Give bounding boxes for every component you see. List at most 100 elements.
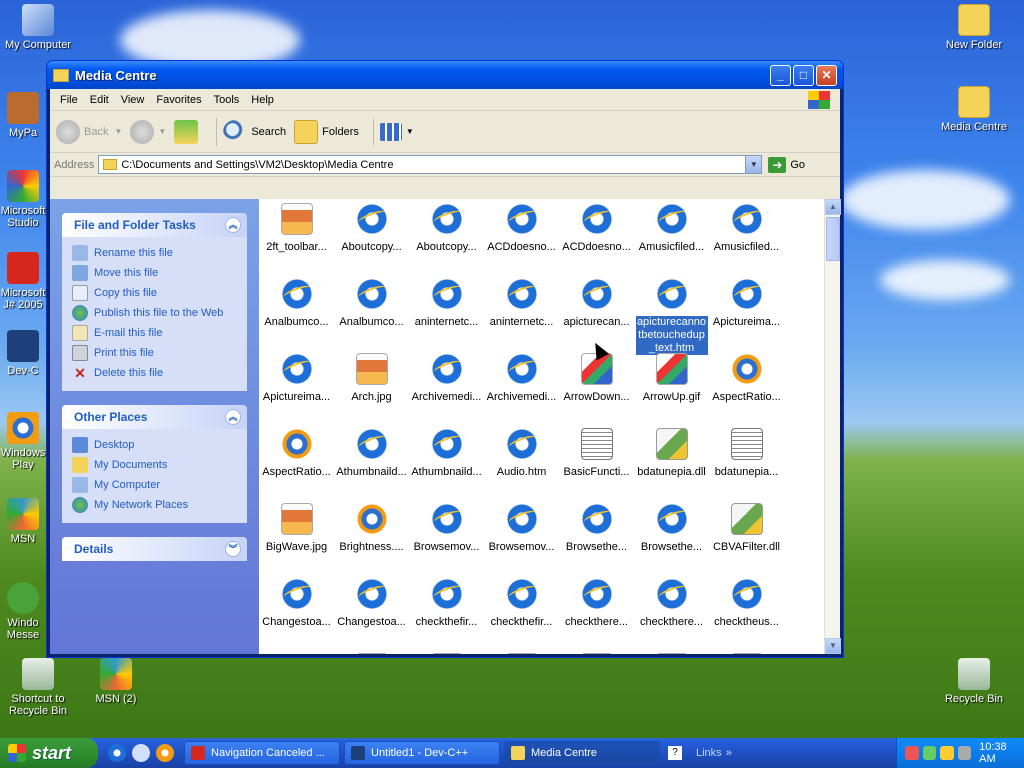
desktop-icon-windows-media[interactable]: Windows Play (0, 412, 46, 471)
place-network[interactable]: My Network Places (72, 495, 237, 515)
file-item[interactable]: Apictureima... (709, 274, 784, 349)
file-item[interactable]: Browsemov... (484, 499, 559, 574)
up-folder-button[interactable] (174, 119, 202, 144)
file-item[interactable]: checkthefir... (484, 574, 559, 649)
forward-button[interactable]: ▼ (130, 119, 166, 144)
file-item[interactable]: Apictureima... (259, 349, 334, 424)
file-item[interactable]: Arch.jpg (334, 349, 409, 424)
desktop-icon-my-computer[interactable]: My Computer (0, 4, 76, 51)
file-item[interactable] (259, 649, 334, 654)
file-item[interactable]: ACDdoesno... (484, 199, 559, 274)
search-button[interactable]: Search (223, 119, 286, 144)
file-item[interactable] (634, 649, 709, 654)
task-delete[interactable]: ✕ Delete this file (72, 363, 237, 383)
file-item[interactable]: Athumbnaild... (409, 424, 484, 499)
scroll-down-button[interactable]: ▼ (825, 638, 841, 654)
go-button[interactable]: ➜ Go (768, 156, 805, 173)
address-input[interactable]: C:\Documents and Settings\VM2\Desktop\Me… (98, 155, 763, 174)
desktop-icon-new-folder[interactable]: New Folder (936, 4, 1012, 51)
back-button[interactable]: Back ▼ (56, 119, 122, 144)
file-item[interactable]: checktheus... (709, 574, 784, 649)
taskbar-button-media-centre[interactable]: Media Centre (504, 741, 660, 765)
expand-icon[interactable]: ︾ (225, 541, 241, 557)
clock[interactable]: 10:38 AM (979, 741, 1024, 765)
file-item[interactable]: checkthere... (634, 574, 709, 649)
menu-help[interactable]: Help (245, 92, 280, 108)
file-item[interactable]: ACDdoesno... (559, 199, 634, 274)
file-tasks-header[interactable]: File and Folder Tasks ︽ (62, 213, 247, 237)
file-item[interactable]: Archivemedi... (409, 349, 484, 424)
file-item[interactable]: checkthefir... (409, 574, 484, 649)
file-item[interactable]: CBVAFilter.dll (709, 499, 784, 574)
task-print[interactable]: Print this file (72, 343, 237, 363)
help-icon[interactable]: ? (668, 746, 682, 760)
menu-edit[interactable]: Edit (84, 92, 115, 108)
file-item[interactable]: bdatunepia.dll (634, 424, 709, 499)
task-email[interactable]: E-mail this file (72, 323, 237, 343)
file-item[interactable]: checkthere... (559, 574, 634, 649)
task-publish[interactable]: Publish this file to the Web (72, 303, 237, 323)
links-toolbar[interactable]: ? Links » (668, 746, 732, 760)
tray-icon[interactable] (940, 746, 954, 760)
title-bar[interactable]: Media Centre _ □ ✕ (47, 61, 843, 89)
file-item[interactable]: AspectRatio... (709, 349, 784, 424)
desktop-icon-recycle-bin[interactable]: Recycle Bin (936, 658, 1012, 705)
taskbar-button-navigation[interactable]: Navigation Canceled ... (184, 741, 340, 765)
menu-view[interactable]: View (115, 92, 151, 108)
task-copy[interactable]: Copy this file (72, 283, 237, 303)
volume-icon[interactable] (957, 746, 972, 760)
desktop-icon-visual-studio[interactable]: Microsoft Studio (0, 170, 46, 229)
collapse-icon[interactable]: ︽ (225, 409, 241, 425)
file-item[interactable]: Changestoa... (259, 574, 334, 649)
task-move[interactable]: Move this file (72, 263, 237, 283)
details-header[interactable]: Details ︾ (62, 537, 247, 561)
file-item[interactable]: ArrowUp.gif (634, 349, 709, 424)
file-item[interactable]: bdatunepia... (709, 424, 784, 499)
taskbar-button-devcpp[interactable]: Untitled1 - Dev-C++ (344, 741, 500, 765)
maximize-button[interactable]: □ (793, 64, 814, 86)
media-player-icon[interactable] (156, 744, 174, 762)
file-item[interactable]: Aboutcopy... (334, 199, 409, 274)
menu-favorites[interactable]: Favorites (150, 92, 207, 108)
desktop-icon-recycle-shortcut[interactable]: Shortcut to Recycle Bin (0, 658, 76, 717)
desktop-icon-msn[interactable]: MSN (0, 498, 46, 545)
file-item[interactable]: Analbumco... (334, 274, 409, 349)
task-rename[interactable]: Rename this file (72, 243, 237, 263)
file-item[interactable] (709, 649, 784, 654)
show-desktop-icon[interactable] (132, 744, 150, 762)
minimize-button[interactable]: _ (770, 64, 791, 86)
file-item[interactable] (334, 649, 409, 654)
file-item[interactable]: Audio.htm (484, 424, 559, 499)
file-item[interactable]: Browsethe... (559, 499, 634, 574)
ie-icon[interactable] (108, 744, 126, 762)
address-dropdown-button[interactable]: ▼ (745, 156, 762, 173)
start-button[interactable]: start (0, 738, 98, 768)
menu-file[interactable]: File (54, 92, 84, 108)
menu-tools[interactable]: Tools (208, 92, 246, 108)
file-item[interactable]: Aboutcopy... (409, 199, 484, 274)
file-item[interactable] (409, 649, 484, 654)
file-item[interactable]: BigWave.jpg (259, 499, 334, 574)
collapse-icon[interactable]: ︽ (225, 217, 241, 233)
file-item[interactable]: aninternetc... (484, 274, 559, 349)
desktop-icon-mypa[interactable]: MyPa (0, 92, 46, 139)
desktop-icon-media-centre[interactable]: Media Centre (936, 86, 1012, 133)
file-item[interactable]: apicturecannotbetouchedup_text.htm (634, 274, 709, 355)
file-item[interactable]: Athumbnaild... (334, 424, 409, 499)
file-item[interactable]: Amusicfiled... (634, 199, 709, 274)
folders-button[interactable]: Folders (294, 119, 359, 144)
file-item[interactable]: 2ft_toolbar... (259, 199, 334, 274)
file-item[interactable]: Analbumco... (259, 274, 334, 349)
file-item[interactable]: Archivemedi... (484, 349, 559, 424)
place-my-computer[interactable]: My Computer (72, 475, 237, 495)
desktop-icon-devc[interactable]: Dev-C (0, 330, 46, 377)
file-item[interactable]: aninternetc... (409, 274, 484, 349)
file-item[interactable]: apicturecan... (559, 274, 634, 349)
close-button[interactable]: ✕ (816, 64, 837, 86)
place-desktop[interactable]: Desktop (72, 435, 237, 455)
tray-icon[interactable] (905, 746, 919, 760)
other-places-header[interactable]: Other Places ︽ (62, 405, 247, 429)
desktop-icon-msn2[interactable]: MSN (2) (78, 658, 154, 705)
file-item[interactable]: Brightness.... (334, 499, 409, 574)
desktop-icon-jsharp[interactable]: Microsoft J# 2005 (0, 252, 46, 311)
